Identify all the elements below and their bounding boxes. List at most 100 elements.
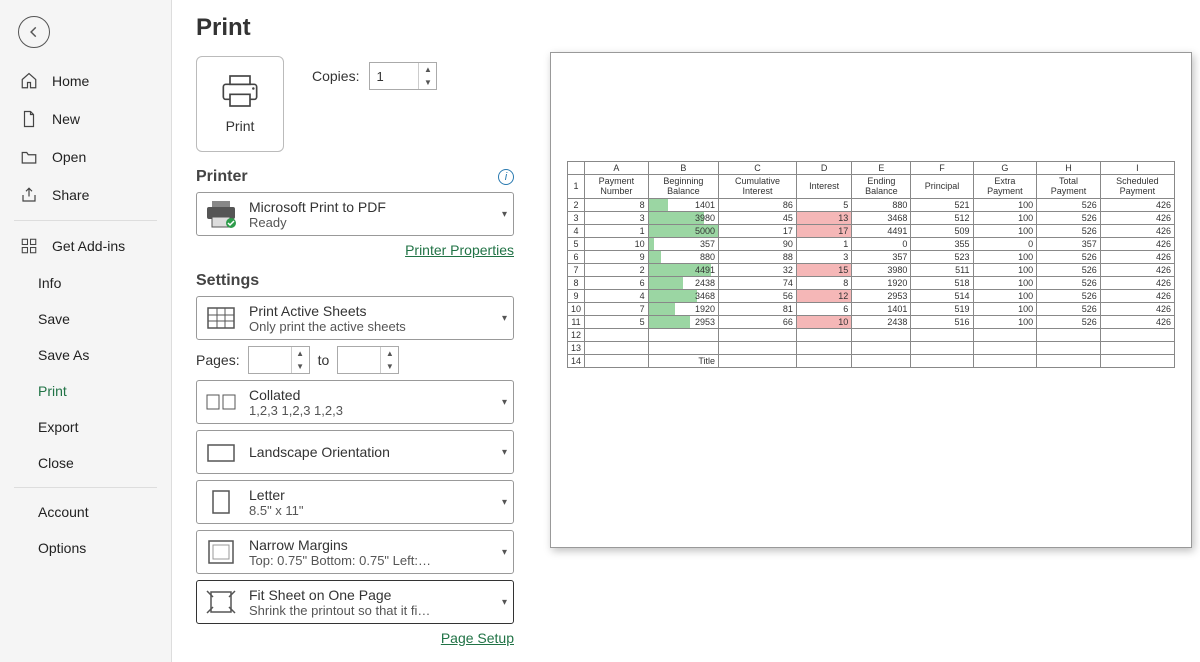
main-panel: Print Print Copies: 1 xyxy=(172,0,1200,662)
spinner-down-icon[interactable]: ▼ xyxy=(419,76,436,89)
nav-label: Save As xyxy=(38,347,89,363)
nav-item-save-as[interactable]: Save As xyxy=(0,337,171,373)
data-cell: 3980 xyxy=(852,264,911,277)
pages-from-spinner[interactable]: ▲▼ xyxy=(248,346,310,374)
info-icon[interactable]: i xyxy=(498,169,514,185)
data-cell: 512 xyxy=(911,212,973,225)
header-cell: EndingBalance xyxy=(852,175,911,199)
nav-item-export[interactable]: Export xyxy=(0,409,171,445)
printer-properties-link[interactable]: Printer Properties xyxy=(196,242,514,258)
chevron-down-icon: ▾ xyxy=(502,497,507,508)
col-header: H xyxy=(1037,162,1101,175)
empty-cell xyxy=(719,355,797,368)
nav-item-account[interactable]: Account xyxy=(0,494,171,530)
spinner-up-icon[interactable]: ▲ xyxy=(381,347,398,360)
nav-item-new[interactable]: New xyxy=(0,100,171,138)
data-cell: 90 xyxy=(719,238,797,251)
scaling-dropdown[interactable]: Fit Sheet on One Page Shrink the printou… xyxy=(196,580,514,624)
printer-name: Microsoft Print to PDF xyxy=(249,199,492,215)
empty-cell xyxy=(585,355,649,368)
corner-cell xyxy=(568,162,585,175)
empty-cell xyxy=(973,342,1037,355)
empty-cell xyxy=(852,329,911,342)
printer-dropdown[interactable]: Microsoft Print to PDF Ready ▾ xyxy=(196,192,514,236)
nav-item-home[interactable]: Home xyxy=(0,62,171,100)
chevron-down-icon: ▾ xyxy=(502,397,507,408)
copies-spinner[interactable]: 1 ▲ ▼ xyxy=(369,62,437,90)
data-cell: 1401 xyxy=(852,303,911,316)
data-cell: 526 xyxy=(1037,251,1101,264)
col-header: C xyxy=(719,162,797,175)
empty-cell xyxy=(973,329,1037,342)
row-header: 5 xyxy=(568,238,585,251)
header-cell: Principal xyxy=(911,175,973,199)
empty-cell xyxy=(911,329,973,342)
back-button[interactable] xyxy=(18,16,50,48)
data-cell: 509 xyxy=(911,225,973,238)
row-header: 10 xyxy=(568,303,585,316)
margins-dropdown[interactable]: Narrow Margins Top: 0.75" Bottom: 0.75" … xyxy=(196,530,514,574)
landscape-icon xyxy=(203,435,239,469)
data-cell: 5 xyxy=(585,316,649,329)
nav-label: Options xyxy=(38,540,86,556)
page-title: Print xyxy=(196,14,514,42)
nav-item-info[interactable]: Info xyxy=(0,265,171,301)
data-cell: 66 xyxy=(719,316,797,329)
pages-to-label: to xyxy=(318,352,330,368)
row-header: 7 xyxy=(568,264,585,277)
orientation-dropdown[interactable]: Landscape Orientation ▾ xyxy=(196,430,514,474)
data-cell: 88 xyxy=(719,251,797,264)
nav-item-options[interactable]: Options xyxy=(0,530,171,566)
print-what-dropdown[interactable]: Print Active Sheets Only print the activ… xyxy=(196,296,514,340)
pages-to-spinner[interactable]: ▲▼ xyxy=(337,346,399,374)
nav-item-open[interactable]: Open xyxy=(0,138,171,176)
printer-ready-icon xyxy=(203,197,239,231)
home-icon xyxy=(20,72,38,90)
data-cell: 17 xyxy=(719,225,797,238)
data-cell: 426 xyxy=(1100,199,1174,212)
addins-icon xyxy=(20,237,38,255)
nav-item-get-add-ins[interactable]: Get Add-ins xyxy=(0,227,171,265)
data-cell: 100 xyxy=(973,199,1037,212)
copies-value[interactable]: 1 xyxy=(370,69,418,84)
data-cell: 426 xyxy=(1100,316,1174,329)
spinner-up-icon[interactable]: ▲ xyxy=(419,63,436,76)
nav-label: New xyxy=(52,111,80,127)
header-cell: BeginningBalance xyxy=(648,175,718,199)
page-setup-link[interactable]: Page Setup xyxy=(196,630,514,646)
empty-cell xyxy=(796,329,851,342)
spinner-up-icon[interactable]: ▲ xyxy=(292,347,309,360)
print-button-label: Print xyxy=(226,118,255,134)
data-cell: 526 xyxy=(1037,303,1101,316)
nav-item-share[interactable]: Share xyxy=(0,176,171,214)
copies-label: Copies: xyxy=(312,68,359,84)
row-header: 6 xyxy=(568,251,585,264)
nav-item-save[interactable]: Save xyxy=(0,301,171,337)
backstage-sidebar: Home New OpenShare Get Add-ins InfoSave Sav… xyxy=(0,0,172,662)
data-cell: 2 xyxy=(585,264,649,277)
empty-cell xyxy=(1037,355,1101,368)
file-icon xyxy=(20,110,38,128)
data-cell: 100 xyxy=(973,277,1037,290)
data-cell: 0 xyxy=(852,238,911,251)
data-cell: 518 xyxy=(911,277,973,290)
col-header: B xyxy=(648,162,718,175)
spinner-down-icon[interactable]: ▼ xyxy=(292,360,309,373)
collate-dropdown[interactable]: Collated 1,2,3 1,2,3 1,2,3 ▾ xyxy=(196,380,514,424)
paper-size-dropdown[interactable]: Letter 8.5" x 11" ▾ xyxy=(196,480,514,524)
print-preview-area: ABCDEFGHI1PaymentNumberBeginningBalanceC… xyxy=(542,0,1200,662)
nav-item-close[interactable]: Close xyxy=(0,445,171,481)
data-cell: 880 xyxy=(648,251,718,264)
data-cell: 100 xyxy=(973,264,1037,277)
spinner-down-icon[interactable]: ▼ xyxy=(381,360,398,373)
empty-cell xyxy=(585,342,649,355)
print-button[interactable]: Print xyxy=(196,56,284,152)
data-cell: 521 xyxy=(911,199,973,212)
header-cell: PaymentNumber xyxy=(585,175,649,199)
chevron-down-icon: ▾ xyxy=(502,313,507,324)
nav-item-print[interactable]: Print xyxy=(0,373,171,409)
data-cell: 1 xyxy=(796,238,851,251)
data-cell: 100 xyxy=(973,212,1037,225)
chevron-down-icon: ▾ xyxy=(502,209,507,220)
printer-icon xyxy=(220,74,260,108)
